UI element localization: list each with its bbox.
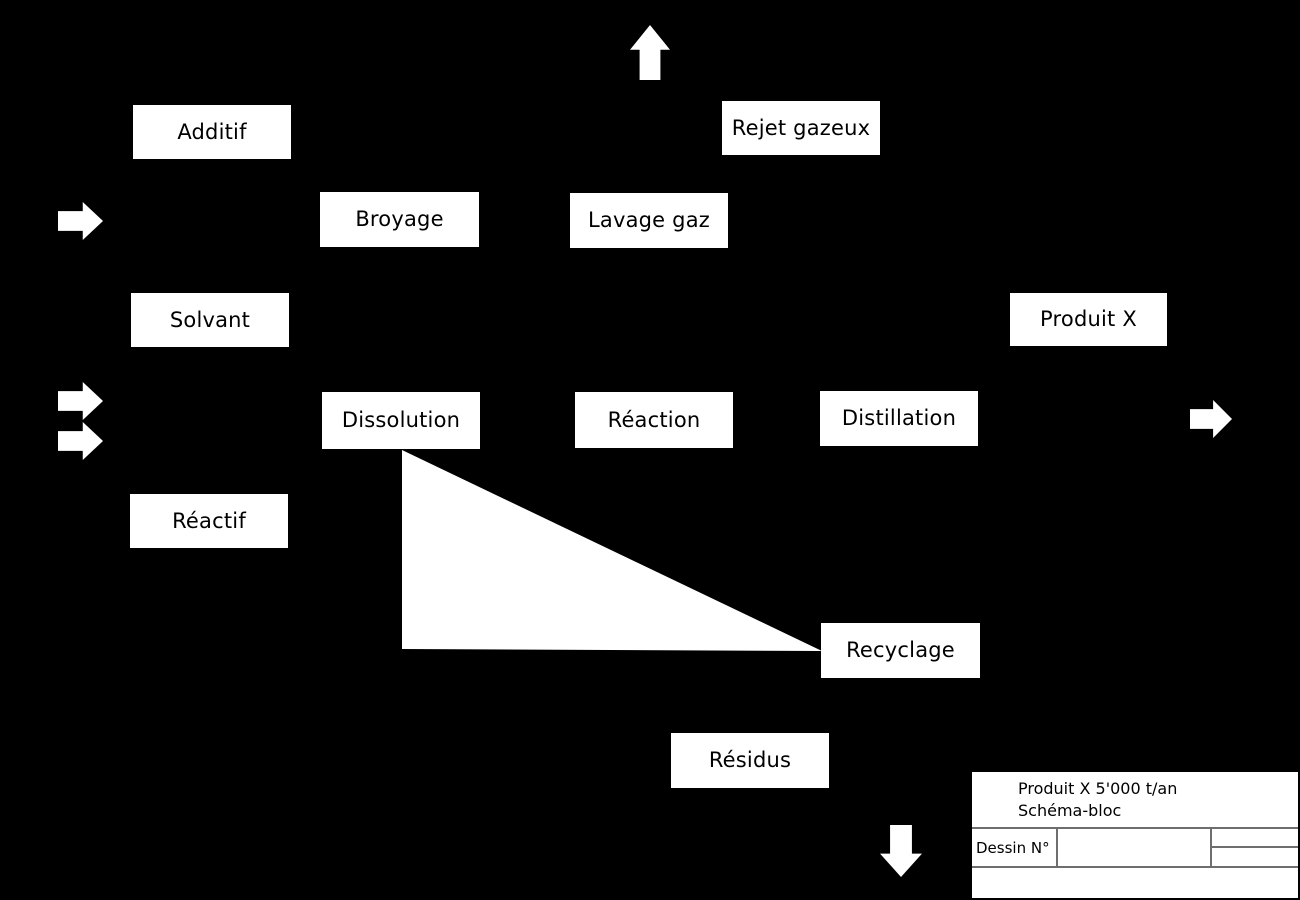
block-lavage-gaz[interactable]: Lavage gaz bbox=[570, 193, 728, 248]
gas-vent-up-arrow-icon bbox=[630, 25, 670, 80]
residus-discharge-arrow-icon bbox=[880, 825, 922, 877]
solvant-feed-in-arrow-icon bbox=[58, 382, 103, 420]
block-label: Dissolution bbox=[341, 408, 461, 432]
revision-cell-group bbox=[1212, 829, 1298, 866]
block-distillation[interactable]: Distillation bbox=[820, 391, 978, 446]
block-reaction[interactable]: Réaction bbox=[575, 392, 733, 448]
block-label: Additif bbox=[177, 119, 247, 144]
block-label: Résidus bbox=[708, 748, 792, 772]
block-label: Broyage bbox=[355, 207, 444, 231]
block-reactif[interactable]: Réactif bbox=[130, 494, 288, 548]
title-block-header-line-2: Schéma-bloc bbox=[1018, 800, 1122, 820]
block-dissolution[interactable]: Dissolution bbox=[322, 392, 480, 449]
block-residus[interactable]: Résidus bbox=[671, 733, 829, 788]
reactif-feed-in-arrow-icon bbox=[58, 422, 103, 460]
produit-x-out-arrow-icon bbox=[1190, 400, 1232, 438]
drawing-number-value[interactable] bbox=[1058, 829, 1212, 866]
block-solvant[interactable]: Solvant bbox=[131, 293, 289, 347]
block-label: Réaction bbox=[607, 407, 701, 432]
title-block-header: Produit X 5'000 t/an Schéma-bloc bbox=[972, 772, 1298, 829]
block-label: Lavage gaz bbox=[587, 208, 710, 232]
schema-bloc-canvas: Additif Rejet gazeux Broyage Lavage gaz … bbox=[0, 0, 1300, 900]
block-additif[interactable]: Additif bbox=[133, 105, 291, 159]
block-produit-x[interactable]: Produit X bbox=[1010, 293, 1167, 346]
title-block-header-line-1: Produit X 5'000 t/an bbox=[1018, 779, 1178, 799]
revision-top-value[interactable] bbox=[1212, 829, 1298, 848]
block-label: Réactif bbox=[172, 508, 246, 533]
block-label: Recyclage bbox=[846, 638, 955, 662]
drawing-number-label: Dessin N° bbox=[972, 829, 1058, 866]
block-label: Distillation bbox=[841, 406, 957, 430]
block-rejet-gazeux[interactable]: Rejet gazeux bbox=[722, 101, 880, 155]
block-label: Rejet gazeux bbox=[731, 115, 871, 140]
revision-bottom-value[interactable] bbox=[1212, 848, 1298, 867]
block-label: Solvant bbox=[169, 307, 251, 332]
block-label: Produit X bbox=[1040, 307, 1137, 331]
block-broyage[interactable]: Broyage bbox=[320, 192, 479, 247]
block-recyclage[interactable]: Recyclage bbox=[821, 623, 980, 678]
title-block-drawing-row: Dessin N° bbox=[972, 829, 1298, 868]
title-block-footer[interactable] bbox=[972, 868, 1298, 898]
additif-feed-in-arrow-icon bbox=[58, 202, 103, 240]
dissolution-to-recyclage-connector bbox=[402, 450, 822, 651]
title-block: Produit X 5'000 t/an Schéma-bloc Dessin … bbox=[970, 770, 1300, 900]
